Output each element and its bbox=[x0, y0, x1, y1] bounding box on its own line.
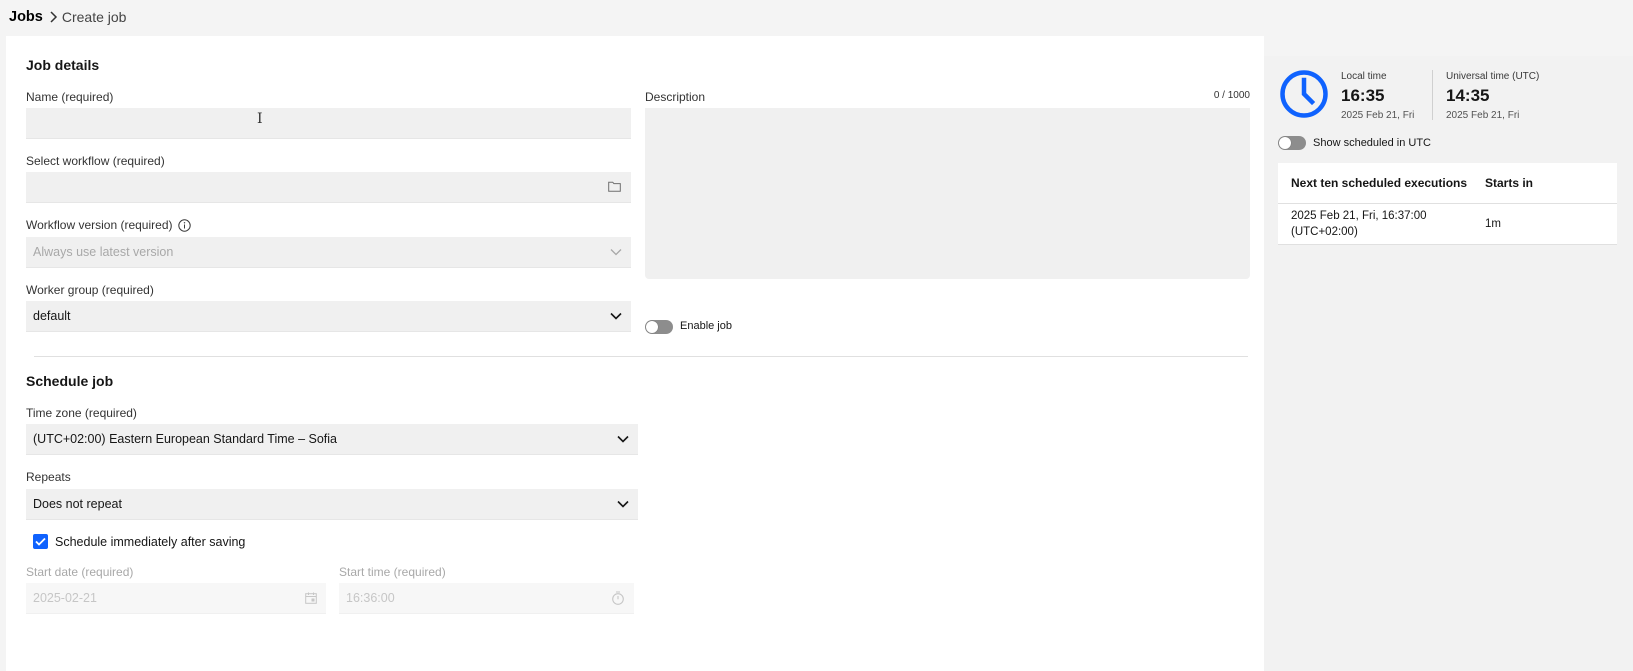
utc-time-caption: Universal time (UTC) bbox=[1446, 71, 1540, 82]
repeats-select[interactable]: Does not repeat bbox=[26, 489, 638, 520]
worker-group-select[interactable]: default bbox=[26, 301, 631, 332]
section-divider bbox=[34, 356, 1248, 357]
breadcrumb-current: Create job bbox=[61, 9, 127, 25]
repeats-value: Does not repeat bbox=[33, 497, 122, 511]
time-zone-value: (UTC+02:00) Eastern European Standard Ti… bbox=[33, 432, 337, 446]
start-date-value: 2025-02-21 bbox=[33, 591, 97, 605]
description-label: Description bbox=[645, 90, 706, 104]
table-header-starts-in: Starts in bbox=[1485, 176, 1534, 190]
enable-job-label: Enable job bbox=[680, 320, 732, 332]
breadcrumb: Jobs Create job bbox=[9, 8, 126, 26]
table-cell-starts-in: 1m bbox=[1485, 218, 1501, 230]
workflow-label: Select workflow (required) bbox=[26, 154, 165, 168]
breadcrumb-jobs-link[interactable]: Jobs bbox=[9, 9, 43, 25]
chevron-down-icon bbox=[617, 500, 629, 508]
checkmark-icon bbox=[35, 533, 46, 551]
clock-icon bbox=[1279, 69, 1329, 124]
utc-time-block: Universal time (UTC) 14:35 2025 Feb 21, … bbox=[1446, 71, 1539, 121]
chevron-down-icon bbox=[610, 248, 622, 256]
local-time-value: 16:35 bbox=[1341, 86, 1385, 105]
workflow-version-label: Workflow version (required) bbox=[26, 218, 191, 232]
table-header-executions: Next ten scheduled executions bbox=[1291, 176, 1468, 190]
job-details-title: Job details bbox=[26, 57, 100, 73]
calendar-icon bbox=[305, 592, 317, 604]
show-utc-toggle[interactable] bbox=[1278, 136, 1306, 150]
scheduled-executions-table: Next ten scheduled executions Starts in … bbox=[1278, 163, 1617, 245]
start-date-label: Start date (required) bbox=[26, 565, 134, 579]
enable-job-toggle[interactable] bbox=[645, 320, 673, 334]
chevron-down-icon bbox=[617, 435, 629, 443]
time-separator bbox=[1432, 70, 1433, 120]
schedule-immediately-label: Schedule immediately after saving bbox=[55, 535, 246, 549]
worker-group-value: default bbox=[33, 309, 71, 323]
workflow-version-label-text: Workflow version (required) bbox=[26, 218, 173, 232]
worker-group-label: Worker group (required) bbox=[26, 283, 154, 297]
toggle-knob bbox=[1279, 137, 1291, 149]
table-row: 2025 Feb 21, Fri, 16:37:00 (UTC+02:00) 1… bbox=[1278, 204, 1617, 245]
local-time-block: Local time 16:35 2025 Feb 21, Fri bbox=[1341, 71, 1414, 121]
toggle-knob bbox=[646, 321, 658, 333]
start-date-input[interactable]: 2025-02-21 bbox=[26, 583, 326, 614]
name-input[interactable] bbox=[26, 108, 631, 139]
chevron-down-icon bbox=[610, 312, 622, 320]
start-time-value: 16:36:00 bbox=[346, 591, 395, 605]
utc-time-value: 14:35 bbox=[1446, 86, 1490, 105]
chevron-right-icon bbox=[49, 11, 58, 23]
repeats-label: Repeats bbox=[26, 470, 71, 484]
start-time-label: Start time (required) bbox=[339, 565, 446, 579]
local-time-date: 2025 Feb 21, Fri bbox=[1341, 110, 1415, 121]
description-counter: 0 / 1000 bbox=[1213, 90, 1250, 101]
schedule-immediately-checkbox[interactable] bbox=[33, 534, 48, 549]
workflow-select[interactable] bbox=[26, 172, 631, 203]
table-header-row: Next ten scheduled executions Starts in bbox=[1278, 163, 1617, 204]
text-cursor-icon: I bbox=[257, 111, 263, 127]
info-icon[interactable] bbox=[177, 218, 191, 232]
utc-time-date: 2025 Feb 21, Fri bbox=[1446, 110, 1520, 121]
local-time-caption: Local time bbox=[1341, 71, 1387, 82]
folder-icon[interactable] bbox=[608, 181, 621, 192]
start-time-input[interactable]: 16:36:00 bbox=[339, 583, 634, 614]
description-textarea[interactable] bbox=[645, 108, 1250, 279]
workflow-version-value: Always use latest version bbox=[33, 245, 174, 259]
time-zone-select[interactable]: (UTC+02:00) Eastern European Standard Ti… bbox=[26, 424, 638, 455]
timer-icon bbox=[611, 591, 625, 605]
time-zone-label: Time zone (required) bbox=[26, 406, 137, 420]
table-cell-when: 2025 Feb 21, Fri, 16:37:00 (UTC+02:00) bbox=[1291, 210, 1427, 238]
schedule-job-title: Schedule job bbox=[26, 373, 114, 389]
workflow-version-select[interactable]: Always use latest version bbox=[26, 237, 631, 268]
show-utc-label: Show scheduled in UTC bbox=[1313, 137, 1432, 149]
name-label: Name (required) bbox=[26, 90, 114, 104]
